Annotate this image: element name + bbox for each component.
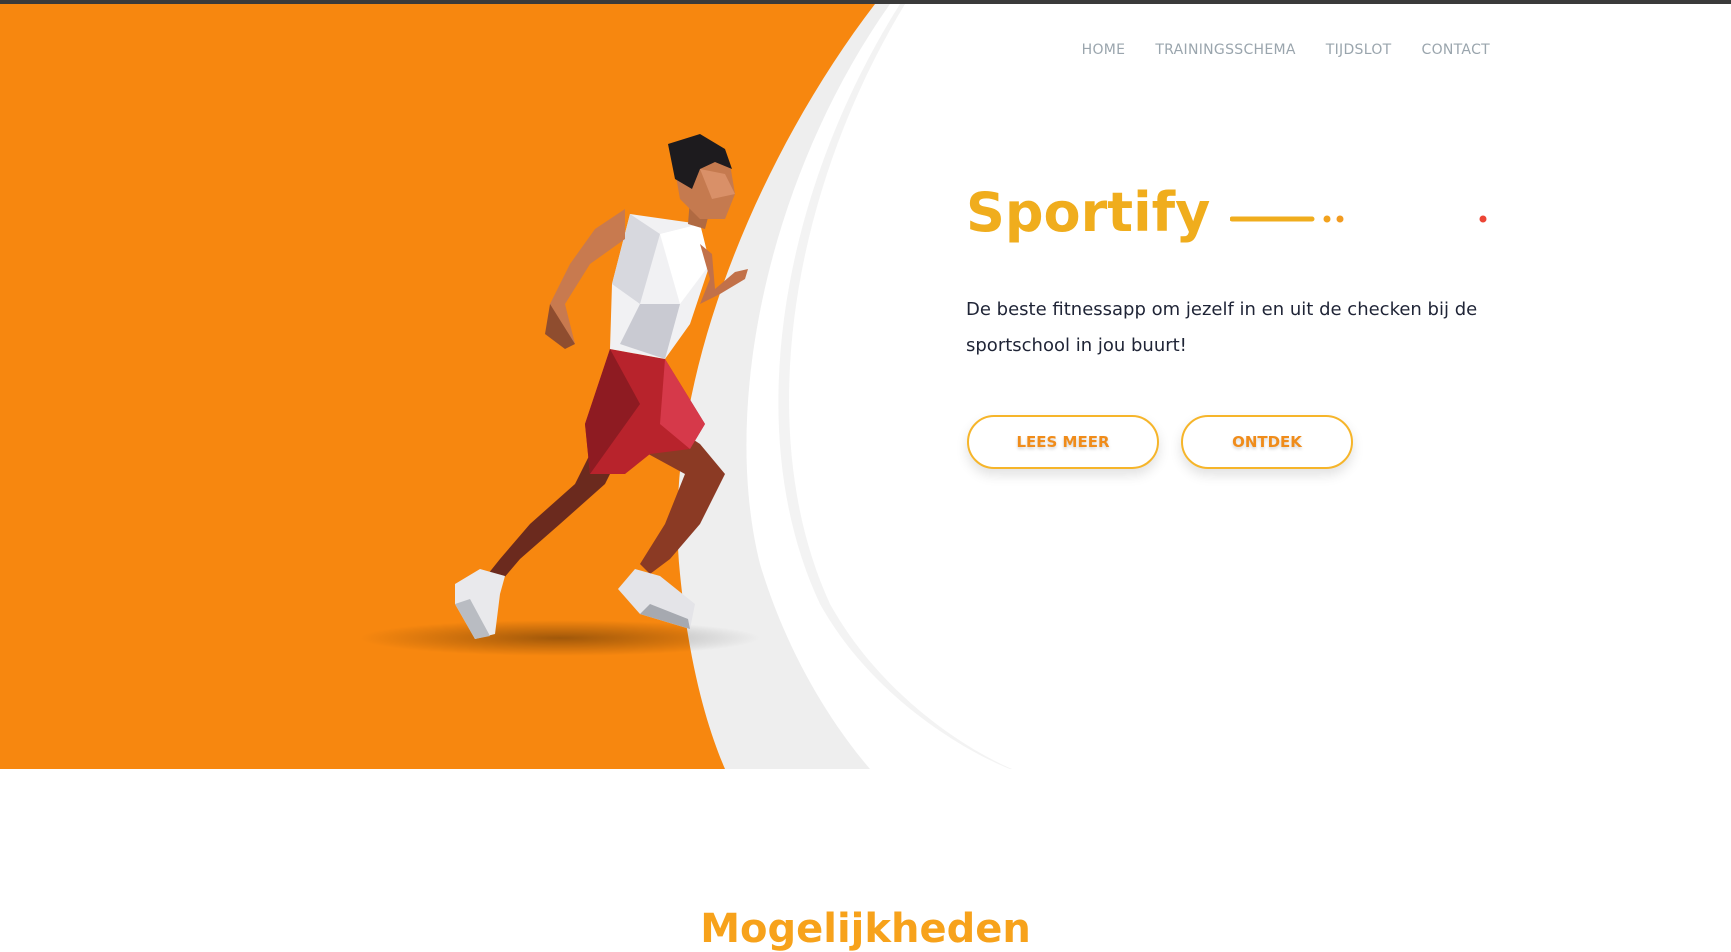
- hero-buttons: LEES MEER ONTDEK: [967, 415, 1353, 469]
- main-nav: HOME TRAININGSSCHEMA TIJDSLOT CONTACT: [1082, 42, 1490, 58]
- discover-button[interactable]: ONTDEK: [1181, 415, 1353, 469]
- hero-tagline: De beste fitnessapp om jezelf in en uit …: [966, 299, 1478, 356]
- nav-trainingsschema[interactable]: TRAININGSSCHEMA: [1155, 42, 1295, 58]
- hero-section: HOME TRAININGSSCHEMA TIJDSLOT CONTACT Sp…: [0, 4, 1731, 769]
- hero-background: [0, 4, 1731, 769]
- read-more-button[interactable]: LEES MEER: [967, 415, 1159, 469]
- brand-title: Sportify: [966, 181, 1211, 244]
- nav-tijdslot[interactable]: TIJDSLOT: [1326, 42, 1392, 58]
- section-title: Mogelijkheden: [700, 906, 1031, 952]
- brand-row: Sportify: [966, 186, 1490, 240]
- nav-contact[interactable]: CONTACT: [1422, 42, 1491, 58]
- nav-home[interactable]: HOME: [1082, 42, 1126, 58]
- decorative-line-icon: [1230, 215, 1487, 223]
